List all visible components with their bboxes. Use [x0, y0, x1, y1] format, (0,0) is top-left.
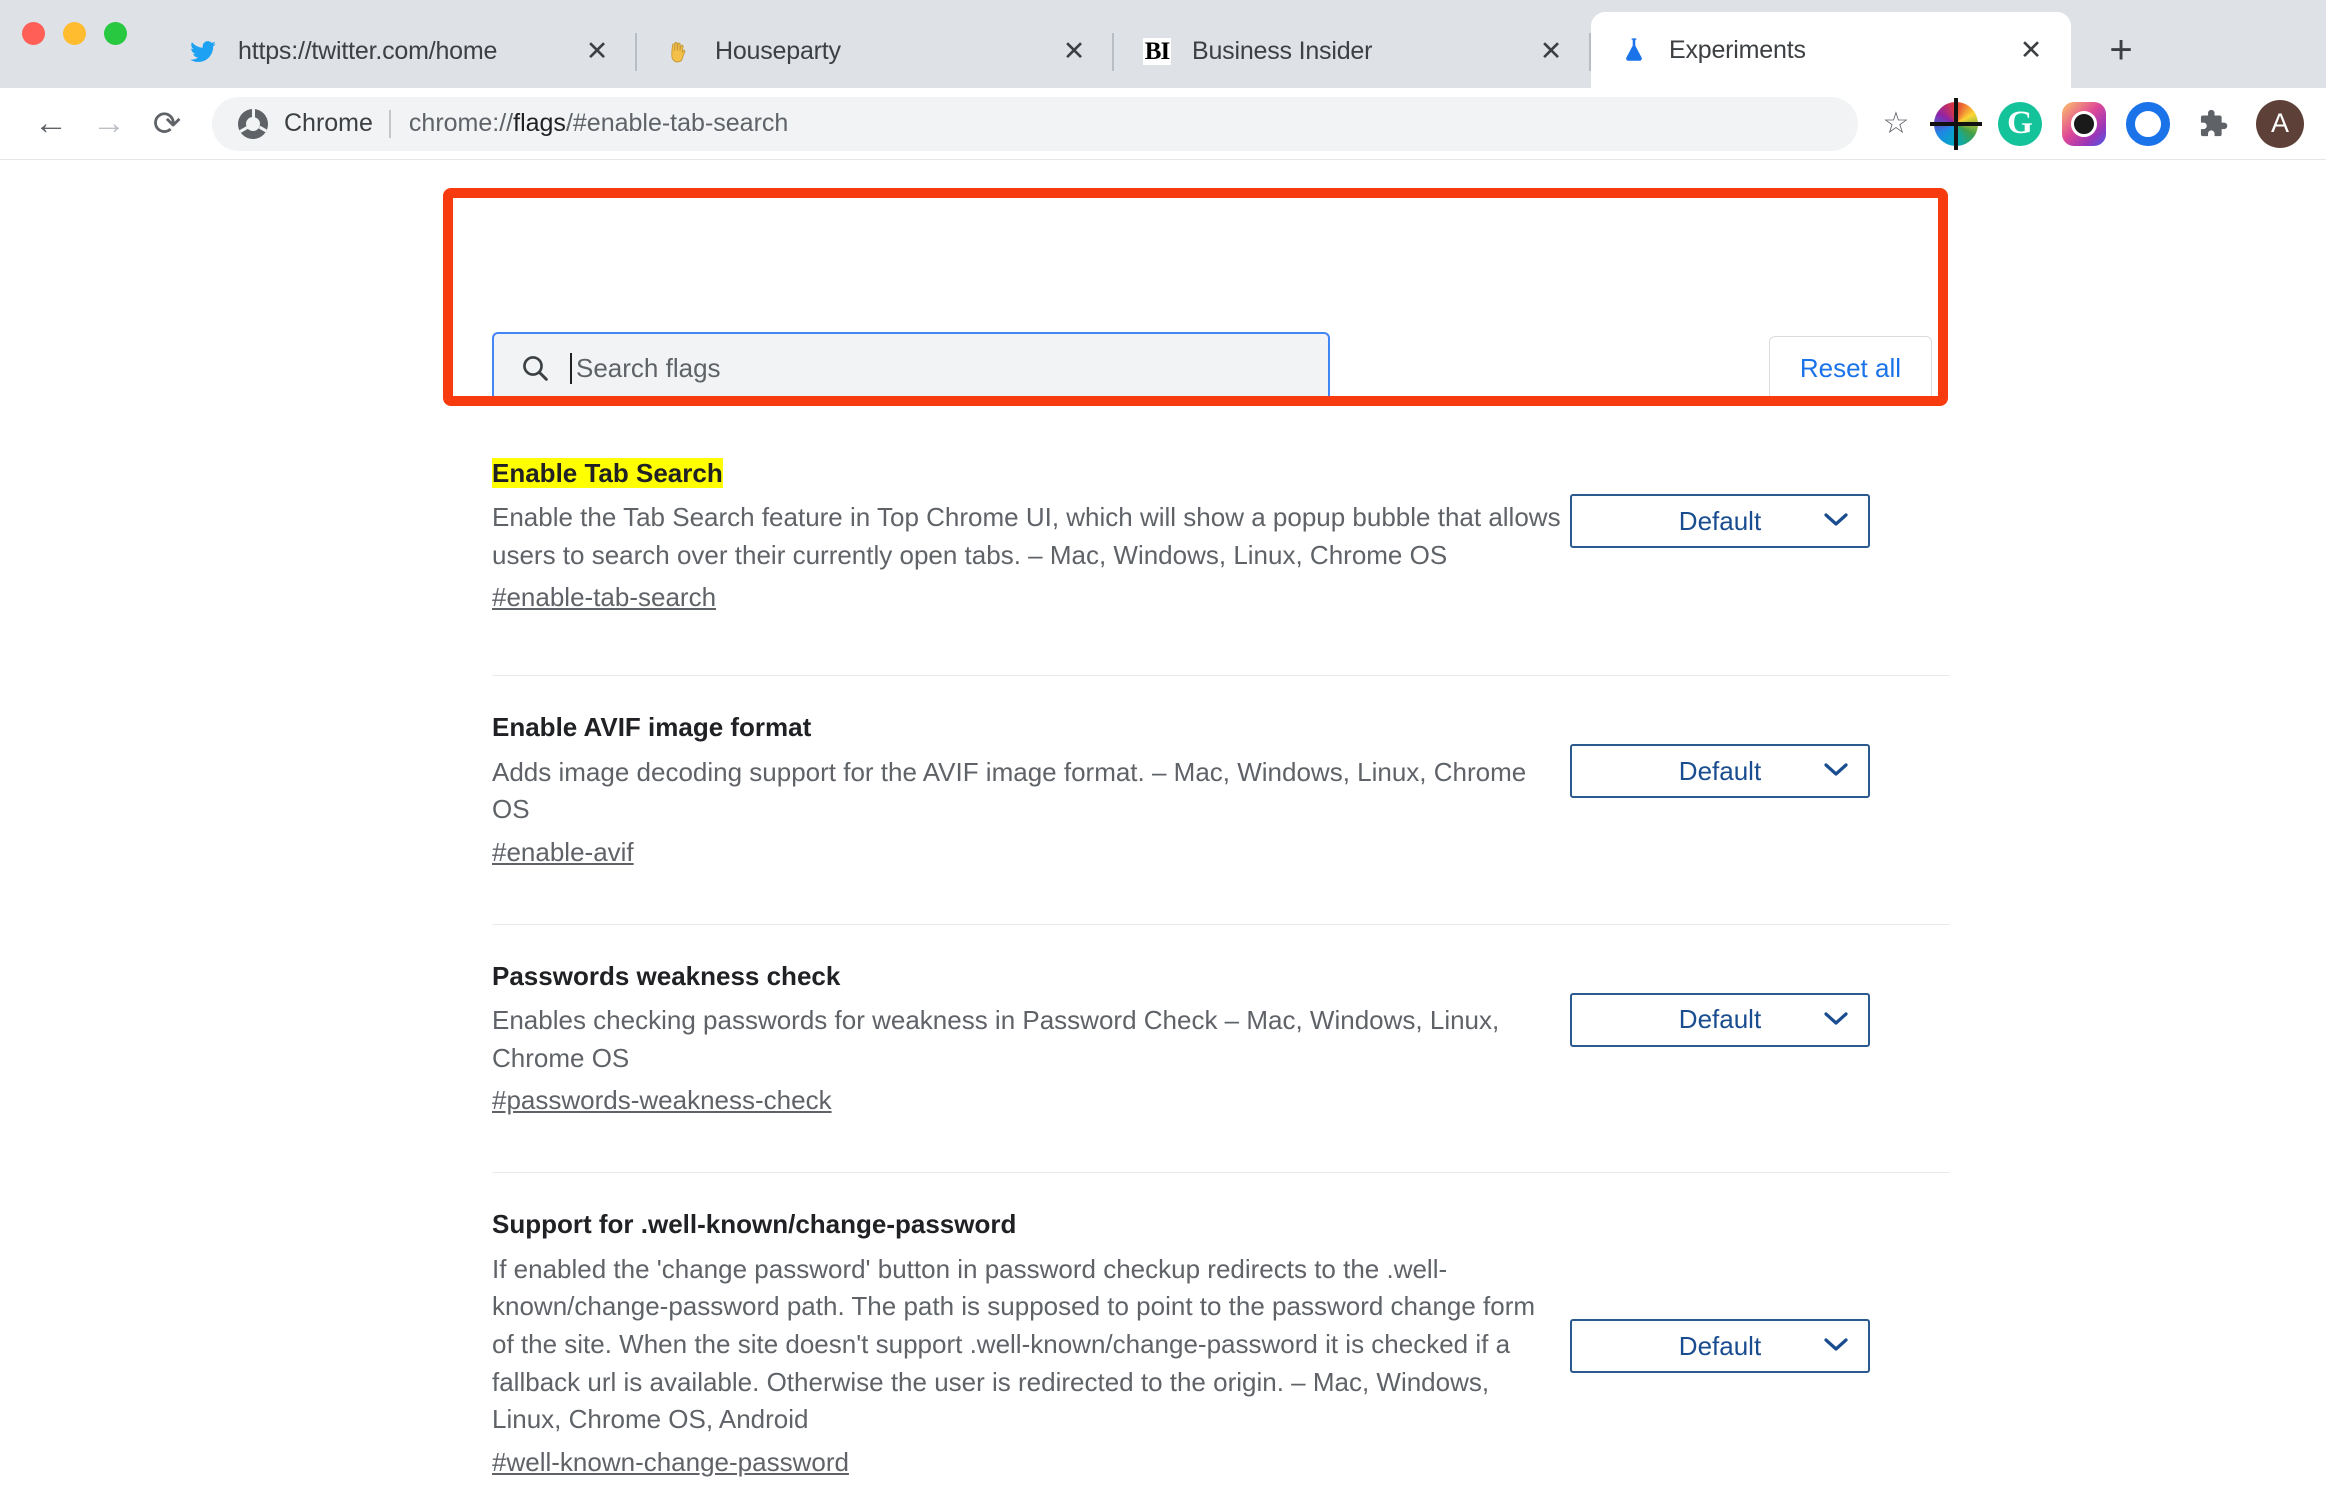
url-path: /#enable-tab-search: [565, 109, 789, 137]
forward-button[interactable]: →: [80, 95, 138, 153]
flag-select-value: Default: [1678, 755, 1762, 786]
search-input[interactable]: [570, 352, 1304, 384]
tab-title: Experiments: [1669, 35, 1806, 64]
tab-twitter[interactable]: https://twitter.com/home ✕: [160, 15, 637, 88]
tab-strip: https://twitter.com/home ✕ Houseparty ✕ …: [0, 0, 2326, 88]
tab-title: Houseparty: [715, 37, 841, 65]
search-flags-box[interactable]: [492, 332, 1330, 404]
flag-anchor-link[interactable]: #passwords-weakness-check: [492, 1085, 832, 1116]
flag-title: Support for .well-known/change-password: [492, 1209, 1017, 1240]
flags-list: Enable Tab Search Enable the Tab Search …: [0, 432, 2326, 1494]
url-host: flags: [513, 109, 566, 137]
flag-title: Passwords weakness check: [492, 960, 841, 991]
flag-text: Support for .well-known/change-password …: [492, 1207, 1592, 1478]
flag-description: If enabled the 'change password' button …: [492, 1253, 1536, 1435]
flag-select[interactable]: Default: [1570, 744, 1870, 799]
flag-select-value: Default: [1678, 505, 1762, 536]
extension-icons: G: [1930, 97, 2234, 150]
flag-select[interactable]: Default: [1570, 494, 1870, 548]
tab-title: https://twitter.com/home: [238, 37, 498, 65]
flag-title-line: Enable Tab Search: [492, 456, 1562, 491]
waving-hand-icon: [665, 37, 695, 67]
chevron-down-icon: [1824, 1007, 1848, 1033]
tab-experiments[interactable]: Experiments ✕: [1591, 12, 2071, 88]
chrome-logo-icon: [238, 108, 268, 139]
close-tab-button[interactable]: ✕: [1056, 34, 1092, 70]
color-picker-extension-icon[interactable]: [1930, 97, 1982, 150]
puzzle-extensions-icon[interactable]: [2190, 102, 2234, 146]
tab-houseparty[interactable]: Houseparty ✕: [637, 15, 1114, 88]
flag-anchor-link[interactable]: #enable-avif: [492, 837, 634, 868]
flag-title: Enable Tab Search: [492, 458, 723, 488]
flag-anchor-link[interactable]: #well-known-change-password: [492, 1447, 849, 1478]
flag-title: Enable AVIF image format: [492, 712, 812, 743]
search-icon: [518, 351, 552, 385]
flask-icon: [1619, 35, 1649, 65]
tab-list: https://twitter.com/home ✕ Houseparty ✕ …: [160, 0, 2149, 88]
flag-text: Enable Tab Search Enable the Tab Search …: [492, 456, 1592, 613]
omnibox-scheme-chip: Chrome: [284, 109, 373, 137]
chevron-down-icon: [1824, 1333, 1848, 1359]
flag-anchor-link[interactable]: #enable-tab-search: [492, 582, 716, 613]
loom-extension-icon[interactable]: [2126, 101, 2170, 146]
zoom-window-button[interactable]: [104, 22, 127, 45]
flag-row: Enable AVIF image format Adds image deco…: [0, 676, 2326, 867]
flag-row: Passwords weakness check Enables checkin…: [0, 925, 2326, 1116]
flag-text: Enable AVIF image format Adds image deco…: [492, 710, 1592, 867]
flag-select-value: Default: [1678, 1330, 1762, 1361]
address-bar[interactable]: Chrome chrome://flags/#enable-tab-search: [212, 96, 1858, 151]
back-button[interactable]: ←: [22, 95, 80, 153]
instagram-extension-icon[interactable]: [2062, 101, 2106, 146]
new-tab-button[interactable]: +: [2093, 22, 2149, 78]
avatar[interactable]: A: [2256, 99, 2304, 148]
url-prefix: chrome://: [408, 109, 514, 137]
tab-business-insider[interactable]: BI Business Insider ✕: [1114, 15, 1591, 88]
twitter-bird-icon: [188, 37, 218, 67]
bi-logo-icon: BI: [1142, 37, 1172, 66]
flag-select-wrap: Default: [1570, 1319, 1870, 1374]
flag-select[interactable]: Default: [1570, 1319, 1870, 1374]
window-controls: [22, 22, 127, 45]
flag-title-line: Passwords weakness check: [492, 959, 1562, 994]
flag-title-line: Support for .well-known/change-password: [492, 1207, 1562, 1242]
omnibox-separator: [388, 109, 391, 138]
minimize-window-button[interactable]: [63, 22, 86, 45]
chevron-down-icon: [1824, 508, 1848, 534]
close-tab-button[interactable]: ✕: [1533, 34, 1569, 70]
flag-row: Enable Tab Search Enable the Tab Search …: [0, 432, 2326, 613]
reload-button[interactable]: ⟳: [138, 95, 196, 153]
close-tab-button[interactable]: ✕: [2013, 32, 2049, 68]
flag-select-wrap: Default: [1570, 992, 1870, 1047]
tab-title: Business Insider: [1192, 37, 1373, 65]
bookmark-star-icon[interactable]: ☆: [1872, 100, 1920, 148]
flag-text: Passwords weakness check Enables checkin…: [492, 959, 1592, 1116]
flag-select-wrap: Default: [1570, 494, 1870, 548]
flag-select[interactable]: Default: [1570, 992, 1870, 1047]
flag-title-line: Enable AVIF image format: [492, 710, 1562, 745]
flag-description: Enable the Tab Search feature in Top Chr…: [492, 502, 1561, 570]
omnibox-url: chrome://flags/#enable-tab-search: [409, 109, 788, 138]
reset-all-button[interactable]: Reset all: [1768, 336, 1932, 400]
close-window-button[interactable]: [22, 22, 45, 45]
flag-description: Adds image decoding support for the AVIF…: [492, 756, 1527, 825]
flag-description: Enables checking passwords for weakness …: [492, 1005, 1500, 1073]
flag-select-wrap: Default: [1570, 744, 1870, 799]
flag-select-value: Default: [1678, 1004, 1762, 1035]
close-tab-button[interactable]: ✕: [579, 34, 615, 70]
chevron-down-icon: [1824, 758, 1848, 784]
browser-toolbar: ← → ⟳ Chrome chrome://flags/#enable-tab-…: [0, 88, 2326, 160]
chrome-flags-page: Reset all Enable Tab Search Enable the T…: [0, 160, 2326, 1494]
grammarly-extension-icon[interactable]: G: [1998, 101, 2042, 146]
flag-row: Support for .well-known/change-password …: [0, 1173, 2326, 1478]
